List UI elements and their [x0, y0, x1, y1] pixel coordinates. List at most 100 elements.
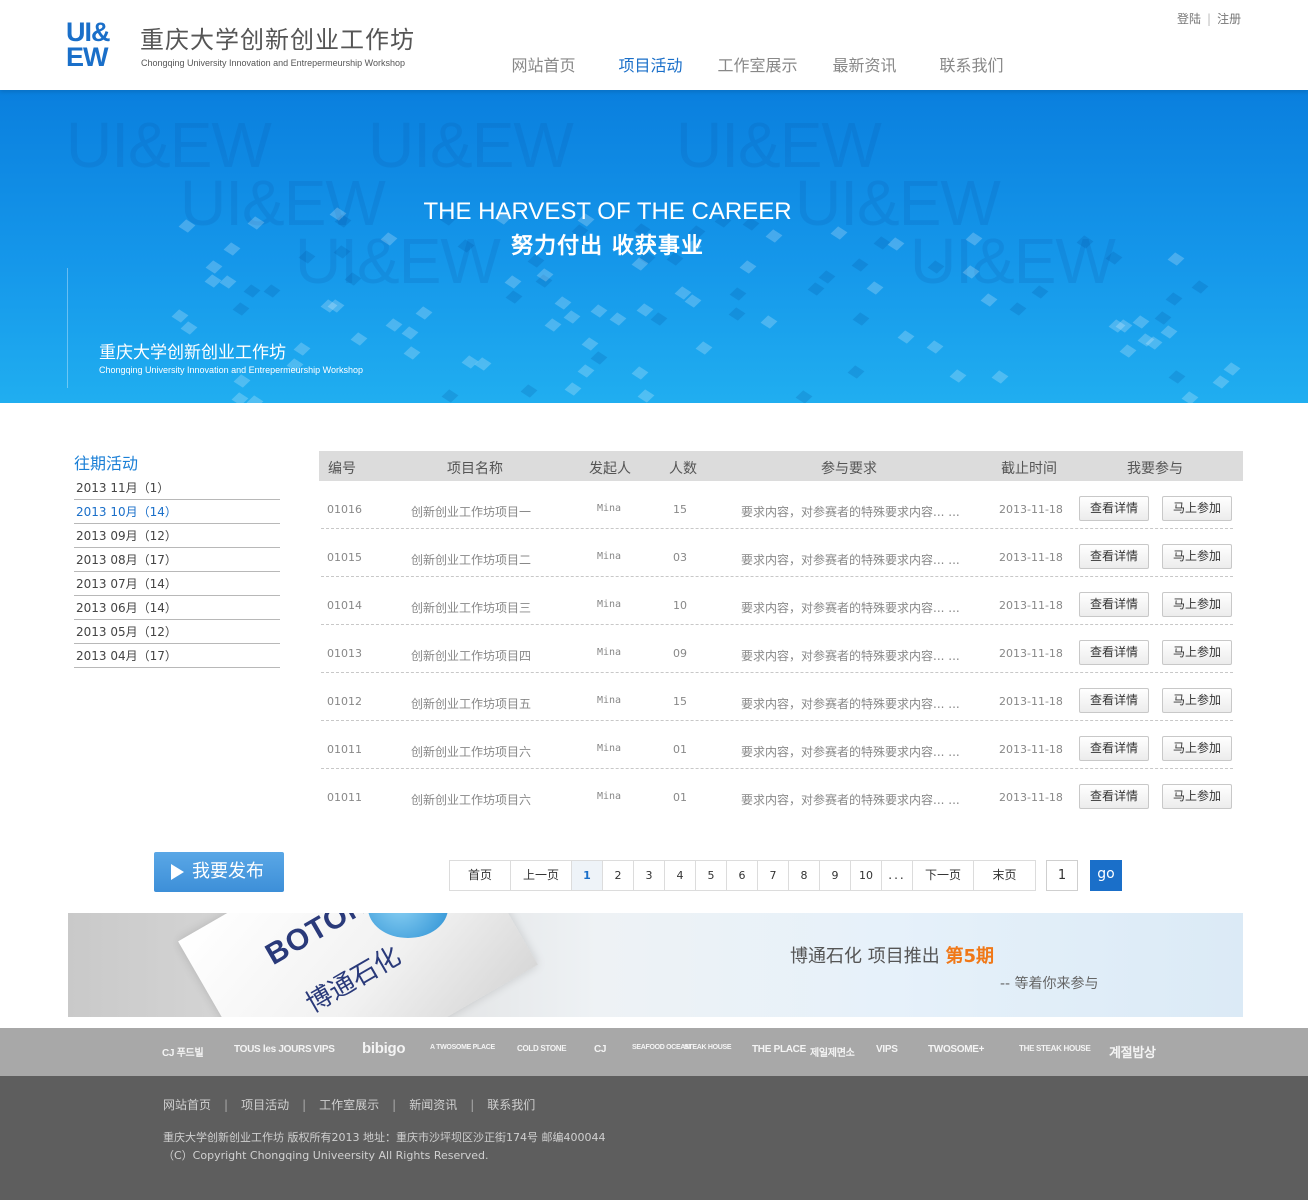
- page-number[interactable]: 7: [758, 861, 789, 890]
- promo-banner[interactable]: BOTONE 博通石化 博通石化 项目推出 第5期 -- 等着你来参与: [68, 913, 1243, 1017]
- row-initiator: Mina: [597, 743, 622, 754]
- brand-logo[interactable]: 제일제면소: [810, 1044, 855, 1059]
- join-now-button[interactable]: 马上参加: [1162, 544, 1232, 569]
- banner-shard: [760, 315, 778, 329]
- sidebar-item[interactable]: 2013 04月（17）: [74, 644, 280, 668]
- register-link[interactable]: 注册: [1217, 10, 1241, 27]
- view-details-button[interactable]: 查看详情: [1079, 640, 1149, 665]
- view-details-button[interactable]: 查看详情: [1079, 544, 1149, 569]
- sidebar-title: 往期活动: [74, 454, 139, 473]
- nav-studio[interactable]: 工作室展示: [704, 52, 811, 76]
- row-requirements: 要求内容，对参赛者的特殊要求内容... ...: [741, 601, 960, 615]
- footer-link-contact[interactable]: 联系我们: [487, 1096, 535, 1113]
- view-details-button[interactable]: 查看详情: [1079, 688, 1149, 713]
- brand-logo[interactable]: CJ 푸드빌: [162, 1044, 204, 1059]
- sidebar-item[interactable]: 2013 05月（12）: [74, 620, 280, 644]
- sidebar-item-active[interactable]: 2013 10月（14）: [74, 500, 280, 524]
- nav-home[interactable]: 网站首页: [490, 52, 597, 76]
- banner-shard: [181, 321, 198, 335]
- sidebar-item[interactable]: 2013 06月（14）: [74, 596, 280, 620]
- view-details-button[interactable]: 查看详情: [1079, 736, 1149, 761]
- join-now-button[interactable]: 马上参加: [1162, 736, 1232, 761]
- banner-shard: [1154, 310, 1172, 325]
- page-number[interactable]: 6: [727, 861, 758, 890]
- join-now-button[interactable]: 马上参加: [1162, 640, 1232, 665]
- col-deadline: 截止时间: [1001, 461, 1057, 477]
- footer-link-studio[interactable]: 工作室展示: [319, 1096, 379, 1113]
- join-now-button[interactable]: 马上参加: [1162, 688, 1232, 713]
- site-footer: 网站首页 | 项目活动 | 工作室展示 | 新闻资讯 | 联系我们 重庆大学创新创业工作坊 版权…: [0, 1076, 1308, 1200]
- brand-logo[interactable]: TOUS les JOURS: [234, 1044, 312, 1055]
- page-first[interactable]: 首页: [450, 861, 511, 890]
- banner-shard: [866, 281, 883, 295]
- page-last[interactable]: 末页: [974, 861, 1035, 890]
- page-number[interactable]: 3: [634, 861, 665, 890]
- footer-link-news[interactable]: 新闻资讯: [409, 1096, 457, 1113]
- view-details-button[interactable]: 查看详情: [1079, 496, 1149, 521]
- divider: |: [1207, 12, 1212, 26]
- publish-button[interactable]: 我要发布: [154, 852, 284, 892]
- promo-issue: 第5期: [945, 946, 994, 967]
- row-deadline: 2013-11-18: [999, 551, 1063, 564]
- row-name[interactable]: 创新创业工作坊项目四: [411, 647, 531, 664]
- join-now-button[interactable]: 马上参加: [1162, 784, 1232, 809]
- banner-shard: [636, 303, 653, 317]
- banner-shard: [504, 275, 522, 289]
- footer-link-home[interactable]: 网站首页: [163, 1096, 211, 1113]
- view-details-button[interactable]: 查看详情: [1079, 592, 1149, 617]
- row-id: 01015: [327, 551, 362, 564]
- page-prev[interactable]: 上一页: [511, 861, 572, 890]
- nav-news[interactable]: 最新资讯: [811, 52, 918, 76]
- login-link[interactable]: 登陆: [1177, 10, 1201, 27]
- page-go-button[interactable]: go: [1090, 860, 1122, 891]
- sidebar-item[interactable]: 2013 09月（12）: [74, 524, 280, 548]
- banner-shard: [205, 260, 223, 274]
- page-number[interactable]: 8: [789, 861, 820, 890]
- page-number[interactable]: 9: [820, 861, 851, 890]
- banner-shard: [204, 274, 222, 288]
- brand-logo[interactable]: COLD STONE: [517, 1044, 567, 1053]
- brand-logo[interactable]: SEAFOOD OCEAN: [632, 1044, 690, 1051]
- page-number[interactable]: 4: [665, 861, 696, 890]
- row-name[interactable]: 创新创业工作坊项目一: [411, 503, 531, 520]
- view-details-button[interactable]: 查看详情: [1079, 784, 1149, 809]
- col-name: 项目名称: [447, 461, 503, 477]
- footer-link-projects[interactable]: 项目活动: [241, 1096, 289, 1113]
- brand-logo[interactable]: 계절밥상: [1109, 1042, 1156, 1061]
- page-number[interactable]: 2: [603, 861, 634, 890]
- col-initiator: 发起人: [589, 461, 631, 477]
- brand-logo[interactable]: TWOSOME+: [928, 1044, 985, 1055]
- sidebar-item[interactable]: 2013 07月（14）: [74, 572, 280, 596]
- page-number-current[interactable]: 1: [572, 861, 603, 890]
- row-name[interactable]: 创新创业工作坊项目六: [411, 791, 531, 808]
- brand-logo[interactable]: STEAK HOUSE: [684, 1044, 732, 1051]
- table-row: 01014 创新创业工作坊项目三 Mina 10 要求内容，对参赛者的特殊要求内…: [321, 577, 1233, 625]
- join-now-button[interactable]: 马上参加: [1162, 496, 1232, 521]
- nav-projects[interactable]: 项目活动: [597, 52, 704, 76]
- brand-logo[interactable]: A TWOSOME PLACE: [430, 1044, 495, 1051]
- page-jump-input[interactable]: 1: [1046, 860, 1078, 891]
- page-next[interactable]: 下一页: [913, 861, 974, 890]
- sidebar-item[interactable]: 2013 11月（1）: [74, 476, 280, 500]
- sidebar-item[interactable]: 2013 08月（17）: [74, 548, 280, 572]
- col-requirements: 参与要求: [821, 461, 877, 477]
- nav-contact[interactable]: 联系我们: [918, 52, 1025, 76]
- join-now-button[interactable]: 马上参加: [1162, 592, 1232, 617]
- page-number[interactable]: 5: [696, 861, 727, 890]
- row-name[interactable]: 创新创业工作坊项目三: [411, 599, 531, 616]
- row-name[interactable]: 创新创业工作坊项目五: [411, 695, 531, 712]
- brand-logo[interactable]: VIPS: [313, 1044, 335, 1055]
- row-name[interactable]: 创新创业工作坊项目二: [411, 551, 531, 568]
- brand-logo[interactable]: CJ: [594, 1044, 606, 1055]
- brand-logo[interactable]: THE STEAK HOUSE: [1019, 1044, 1091, 1053]
- row-name[interactable]: 创新创业工作坊项目六: [411, 743, 531, 760]
- brand-logo[interactable]: bibigo: [362, 1040, 405, 1057]
- brand-logo[interactable]: THE PLACE: [752, 1044, 806, 1055]
- page-number[interactable]: 10: [851, 861, 882, 890]
- divider: |: [302, 1098, 307, 1112]
- banner-shard: [441, 389, 459, 403]
- row-id: 01012: [327, 695, 362, 708]
- logo-mark[interactable]: UI& EW: [66, 19, 132, 72]
- brand-logo[interactable]: VIPS: [876, 1044, 898, 1055]
- banner-shard: [609, 311, 627, 326]
